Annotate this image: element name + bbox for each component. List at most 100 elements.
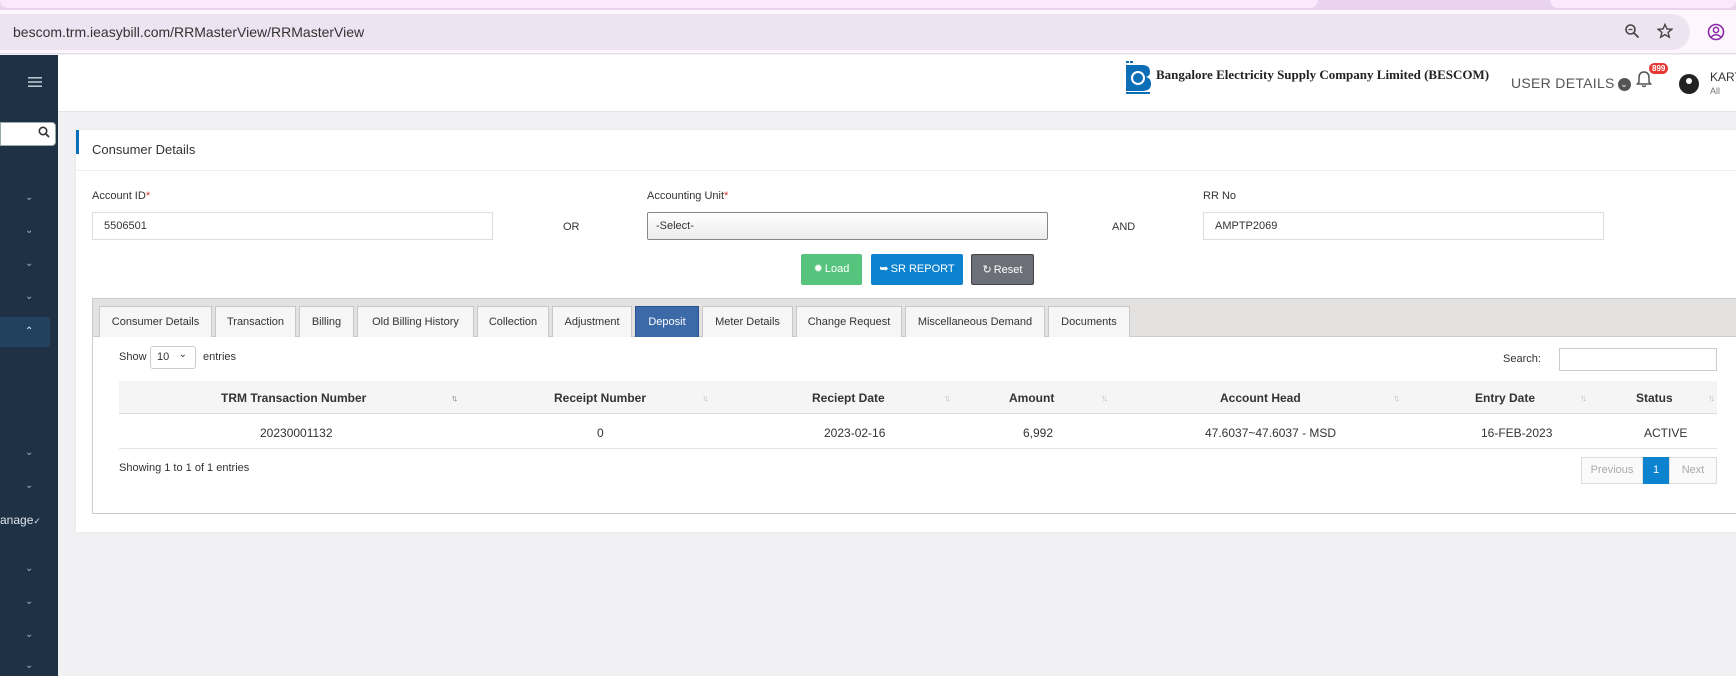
account-id-input[interactable]: 5506501 [92,212,493,240]
chevron-up-icon: ⌃ [25,326,34,337]
reset-button[interactable]: ↻ Reset [971,254,1034,285]
rr-no-input[interactable]: AMPTP2069 [1203,212,1604,240]
table-row[interactable]: 20230001132 0 2023-02-16 6,992 47.6037~4… [119,415,1717,449]
notification-badge[interactable]: 899 [1649,63,1669,74]
user-details-menu[interactable]: USER DETAILS ⌄ [1511,75,1631,91]
entries-label: entries [203,351,237,363]
zoom-icon[interactable] [1624,23,1640,44]
accounting-unit-label: Accounting Unit* [647,190,729,202]
table-cell: 47.6037~47.6037 - MSD [1205,426,1337,440]
column-header[interactable]: Entry Date [1475,391,1535,405]
hamburger-icon[interactable] [28,75,42,93]
chevron-down-icon: ✓ [33,516,41,526]
search-label: Search: [1503,353,1541,365]
refresh-icon: ↻ [982,264,992,276]
table-cell: ACTIVE [1644,426,1688,440]
tab-transaction[interactable]: Transaction [215,306,296,337]
page-title: Consumer Details [92,142,196,157]
user-role: All [1710,86,1721,96]
table-search-input[interactable] [1559,348,1717,371]
chevron-down-icon[interactable]: ⌄ [25,629,33,640]
sidebar: ⌄ ⌄ ⌄ ⌄ ⌃ ⌄ ⌄ anage✓ ⌄ ⌄ ⌄ ⌄ [0,55,58,676]
table-cell: 2023-02-16 [824,426,886,440]
spinner-icon: ✹ [813,263,823,275]
tab-panel: Consumer Details Transaction Billing Old… [92,298,1736,514]
tab-consumer-details[interactable]: Consumer Details [99,306,212,337]
column-header[interactable]: Account Head [1220,391,1301,405]
sort-icon[interactable]: ↑↓ [1393,393,1400,403]
chevron-down-icon[interactable]: ⌄ [25,480,33,491]
chevron-down-icon[interactable]: ⌄ [25,192,33,203]
chevron-down-icon[interactable]: ⌄ [1617,78,1631,91]
download-icon: ➥ [879,263,889,275]
table-cell: 0 [597,426,604,440]
browser-tab[interactable] [1550,0,1736,8]
chevron-down-icon[interactable]: ⌄ [25,596,33,607]
sort-icon[interactable]: ↑↓ [1101,393,1108,403]
sr-report-button[interactable]: ➥ SR REPORT [871,254,963,285]
chevron-down-icon[interactable]: ⌄ [25,258,33,269]
card-accent [76,130,79,154]
sort-icon[interactable]: ↑↓ [1580,393,1587,403]
sort-icon[interactable]: ↑↓ [702,393,709,403]
show-label: Show [119,351,147,363]
sidebar-search-input[interactable] [0,122,56,146]
avatar[interactable] [1679,74,1699,94]
table-cell: 6,992 [1023,426,1054,440]
tab-collection[interactable]: Collection [477,306,549,337]
and-label: AND [1112,221,1136,233]
browser-address-bar: bescom.trm.ieasybill.com/RRMasterView/RR… [0,10,1736,54]
chevron-down-icon[interactable]: ⌄ [25,225,33,236]
page-length-select[interactable]: 10 ⌄ [150,346,196,369]
tab-miscellaneous-demand[interactable]: Miscellaneous Demand [905,306,1045,337]
user-name[interactable]: KART [1710,70,1736,84]
top-bar: Bangalore Electricity Supply Company Lim… [58,55,1736,112]
tab-old-billing-history[interactable]: Old Billing History [357,306,474,337]
table-cell: 16-FEB-2023 [1481,426,1553,440]
column-header[interactable]: Amount [1009,391,1054,405]
tab-meter-details[interactable]: Meter Details [702,306,793,337]
bescom-logo [1126,61,1151,94]
search-icon[interactable] [38,126,50,141]
chevron-down-icon[interactable]: ⌄ [25,291,33,302]
or-label: OR [563,221,580,233]
chevron-down-icon: ⌄ [178,349,187,360]
sidebar-item-label[interactable]: anage✓ [0,513,41,527]
browser-tabstrip [0,0,1736,10]
rr-no-label: RR No [1203,190,1237,202]
account-id-label: Account ID* [92,190,151,202]
table-header: TRM Transaction Number ↑↓ Receipt Number… [119,381,1717,414]
column-header[interactable]: Status [1636,391,1673,405]
accounting-unit-select[interactable]: -Select- [647,212,1048,240]
tab-deposit[interactable]: Deposit [635,306,699,337]
table-cell: 20230001132 [260,426,333,440]
chevron-down-icon[interactable]: ⌄ [25,660,33,671]
pagination-page[interactable]: 1 [1643,457,1669,484]
divider [76,170,1736,171]
column-header[interactable]: Reciept Date [812,391,885,405]
load-button[interactable]: ✹ Load [801,254,862,285]
profile-icon[interactable] [1707,23,1725,46]
pagination-previous[interactable]: Previous [1581,457,1643,484]
url-text[interactable]: bescom.trm.ieasybill.com/RRMasterView/RR… [13,24,364,40]
column-header[interactable]: TRM Transaction Number [221,391,366,405]
star-icon[interactable] [1656,22,1674,44]
tab-change-request[interactable]: Change Request [796,306,902,337]
column-header[interactable]: Receipt Number [554,391,646,405]
tab-documents[interactable]: Documents [1048,306,1130,337]
consumer-details-card: Consumer Details Account ID* 5506501 OR … [76,130,1736,532]
tab-bar: Consumer Details Transaction Billing Old… [93,299,1736,337]
tab-billing[interactable]: Billing [299,306,354,337]
tab-adjustment[interactable]: Adjustment [552,306,632,337]
sidebar-item-active[interactable]: ⌃ [0,317,50,347]
sort-icon[interactable]: ↑↓ [1708,393,1715,403]
url-field[interactable]: bescom.trm.ieasybill.com/RRMasterView/RR… [0,14,1690,50]
sort-icon[interactable]: ↑↓ [944,393,951,403]
sort-icon[interactable]: ↑↓ [451,393,458,403]
table-info: Showing 1 to 1 of 1 entries [119,462,250,474]
pagination-next[interactable]: Next [1669,457,1717,484]
bell-icon[interactable] [1636,70,1652,93]
chevron-down-icon[interactable]: ⌄ [25,447,33,458]
chevron-down-icon[interactable]: ⌄ [25,563,33,574]
browser-tab[interactable] [0,0,1318,8]
